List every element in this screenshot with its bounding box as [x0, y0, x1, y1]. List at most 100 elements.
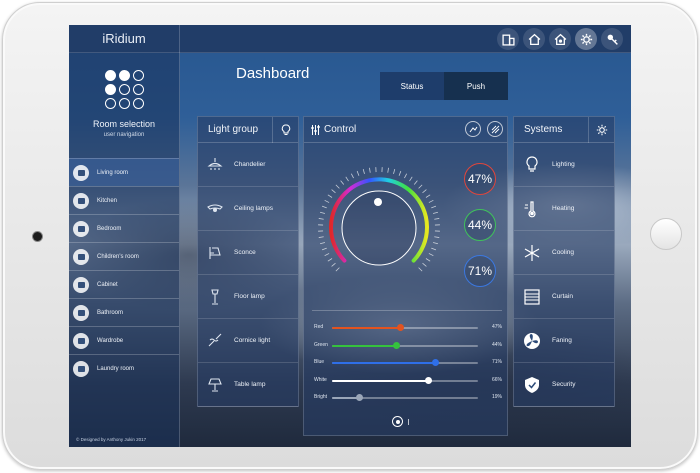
slider-white[interactable]: White 66%: [312, 375, 502, 393]
lightbulb-icon: [526, 155, 538, 172]
home-icon[interactable]: [523, 28, 545, 50]
room-selection-header[interactable]: Room selection user navigation: [69, 53, 179, 158]
dial-tick: [318, 236, 324, 238]
light-group-panel: Light group Chandelier Ceiling lamps Sco…: [197, 116, 299, 407]
dial-tick: [425, 194, 431, 198]
light-item-cornice-light[interactable]: Cornice light: [198, 319, 298, 363]
slider-value: 47%: [491, 324, 502, 330]
system-item-curtain[interactable]: Curtain: [514, 275, 614, 319]
light-item-table-lamp[interactable]: Table lamp: [198, 363, 298, 407]
slider-fill: [332, 379, 429, 382]
page-dot-active[interactable]: [392, 416, 403, 427]
sidebar: Room selection user navigation Living ro…: [69, 53, 180, 447]
sidebar-item-living-room[interactable]: Living room: [69, 158, 179, 186]
key-user-icon[interactable]: [601, 28, 623, 50]
mode-icon[interactable]: [465, 121, 481, 137]
system-item-label: Security: [552, 381, 576, 388]
sidebar-item-bedroom[interactable]: Bedroom: [69, 214, 179, 242]
settings-gear-icon[interactable]: [588, 117, 614, 143]
dial-tick: [387, 167, 389, 173]
light-item-label: Sconce: [234, 249, 256, 256]
building-icon[interactable]: [497, 28, 519, 50]
home-button[interactable]: [650, 218, 682, 250]
slider-value: 19%: [491, 394, 502, 400]
slider-fill: [332, 362, 436, 364]
slider-track[interactable]: [332, 394, 478, 401]
slider-value: 66%: [491, 376, 502, 383]
dial-tick: [319, 242, 326, 245]
dial-tick: [331, 189, 336, 194]
light-item-ceiling-lamps[interactable]: Ceiling lamps: [198, 187, 298, 231]
systems-panel: Systems Lighting Heating Cooling Curtain…: [513, 116, 615, 407]
sidebar-item-cabinet[interactable]: Cabinet: [69, 270, 179, 298]
dial-tick: [431, 205, 437, 209]
room-label: Bathroom: [97, 309, 124, 316]
dial-tick: [409, 176, 413, 182]
snowflake-icon: [524, 244, 540, 261]
slider-knob[interactable]: [392, 341, 400, 349]
sidebar-item-laundry-room[interactable]: Laundry room: [69, 354, 179, 382]
bathtub-icon: [73, 304, 89, 321]
system-item-security[interactable]: Security: [514, 363, 614, 407]
washing-machine-icon: [73, 360, 89, 377]
light-item-floor-lamp[interactable]: Floor lamp: [198, 275, 298, 319]
slider-blue[interactable]: Blue 71%: [312, 357, 502, 375]
designer-credit: © Designed by Anthony Jukin 2017: [76, 437, 147, 442]
system-item-cooling[interactable]: Cooling: [514, 231, 614, 275]
slider-label: Red: [314, 324, 324, 330]
tab-status[interactable]: Status: [380, 72, 444, 100]
dial-tick: [324, 199, 330, 203]
slider-green[interactable]: Green 44%: [312, 340, 502, 358]
slider-knob[interactable]: [356, 394, 364, 401]
top-bar: iRidium: [69, 25, 631, 53]
room-label: Bedroom: [97, 225, 122, 232]
dial-knob[interactable]: [374, 198, 382, 206]
table-lamp-icon: [208, 377, 222, 392]
pager: [392, 416, 409, 427]
slider-knob[interactable]: [432, 359, 440, 366]
system-item-faning[interactable]: Faning: [514, 319, 614, 363]
light-item-chandelier[interactable]: Chandelier: [198, 143, 298, 187]
system-item-lighting[interactable]: Lighting: [514, 143, 614, 187]
bulb-icon[interactable]: [272, 117, 298, 143]
tab-push[interactable]: Push: [444, 72, 508, 100]
texture-icon[interactable]: [487, 121, 503, 137]
slider-bright[interactable]: Bright 19%: [312, 392, 502, 410]
dial-tick: [432, 211, 439, 214]
light-item-sconce[interactable]: Sconce: [198, 231, 298, 275]
sidebar-item-kitchen[interactable]: Kitchen: [69, 186, 179, 214]
page-title: Dashboard: [236, 65, 310, 82]
gear-icon[interactable]: [575, 28, 597, 50]
room-label: Cabinet: [97, 281, 118, 288]
slider-knob[interactable]: [424, 376, 432, 384]
sidebar-item-wardrobe[interactable]: Wardrobe: [69, 326, 179, 354]
dial-tick: [321, 205, 327, 209]
system-item-heating[interactable]: Heating: [514, 187, 614, 231]
room-label: Kitchen: [97, 197, 118, 204]
hanger-icon: [73, 332, 89, 349]
light-item-label: Chandelier: [234, 161, 266, 168]
sidebar-item-bathroom[interactable]: Bathroom: [69, 298, 179, 326]
color-wheel-dial[interactable]: [314, 163, 444, 293]
system-item-label: Cooling: [552, 249, 575, 256]
slider-label: White: [314, 376, 327, 383]
slider-knob[interactable]: [397, 324, 405, 331]
dial-tick: [404, 173, 408, 179]
slider-track[interactable]: [332, 376, 478, 384]
desk-lamp-icon: [73, 276, 89, 293]
slider-red[interactable]: Red 47%: [312, 322, 502, 340]
room-selection-title: Room selection: [92, 119, 156, 129]
light-item-label: Floor lamp: [234, 293, 265, 300]
dial-tick: [413, 180, 418, 185]
page-dot[interactable]: [408, 418, 409, 425]
slider-track[interactable]: [332, 324, 478, 331]
slider-label: Bright: [314, 394, 328, 400]
app-brand: iRidium: [69, 25, 180, 53]
dial-tick: [356, 170, 360, 176]
slider-track[interactable]: [332, 341, 478, 349]
house-settings-icon[interactable]: [549, 28, 571, 50]
toy-icon: [73, 248, 89, 265]
sidebar-item-childrens-room[interactable]: Children's room: [69, 242, 179, 270]
dial-tick: [318, 218, 324, 220]
slider-track[interactable]: [332, 359, 478, 366]
